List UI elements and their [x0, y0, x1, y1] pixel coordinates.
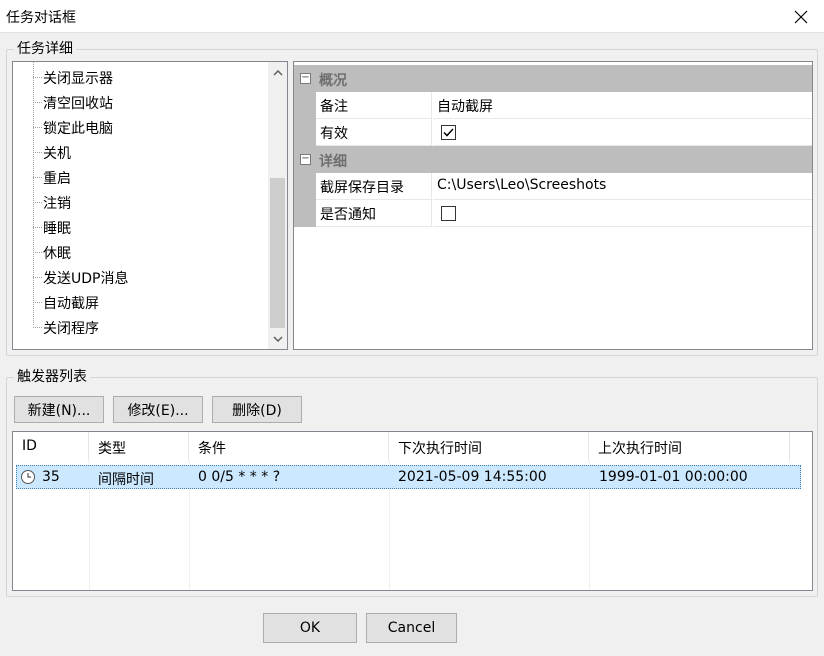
- cell-next-run: 2021-05-09 14:55:00: [398, 469, 547, 485]
- tree-item-label: 锁定此电脑: [43, 121, 113, 137]
- tree-item[interactable]: 睡眠: [13, 215, 267, 240]
- property-value-save-dir[interactable]: C:\Users\Leo\Screeshots: [433, 173, 812, 200]
- tree-item[interactable]: 发送UDP消息: [13, 265, 267, 290]
- column-header-last-run[interactable]: 上次执行时间: [589, 432, 790, 461]
- tree-item-label: 重启: [43, 171, 71, 187]
- new-trigger-button[interactable]: 新建(N)...: [14, 396, 104, 423]
- tree-scrollbar[interactable]: [268, 62, 287, 349]
- checkmark-icon: [443, 128, 454, 137]
- edit-trigger-button[interactable]: 修改(E)...: [113, 396, 203, 423]
- scroll-thumb[interactable]: [270, 178, 285, 328]
- tree-connector: [33, 227, 42, 228]
- cell-type: 间隔时间: [98, 472, 154, 488]
- tree-item[interactable]: 关机: [13, 140, 267, 165]
- property-row-save-dir[interactable]: 截屏保存目录 C:\Users\Leo\Screeshots: [294, 173, 812, 200]
- property-row-notify[interactable]: 是否通知: [294, 200, 812, 227]
- title-bar: 任务对话框: [0, 0, 824, 33]
- tree-item[interactable]: 休眠: [13, 240, 267, 265]
- column-header-type[interactable]: 类型: [89, 432, 189, 461]
- property-value-notify[interactable]: [433, 200, 812, 227]
- tree-item-label: 睡眠: [43, 221, 71, 237]
- tree-connector: [33, 277, 42, 278]
- row-gutter: [294, 200, 316, 227]
- tree-item[interactable]: 注销: [13, 190, 267, 215]
- tree-item[interactable]: 清空回收站: [13, 90, 267, 115]
- ok-button[interactable]: OK: [263, 613, 357, 643]
- tree-item-label: 自动截屏: [43, 296, 99, 312]
- tree-item[interactable]: 重启: [13, 165, 267, 190]
- table-row[interactable]: 35 间隔时间 0 0/5 * * * ? 2021-05-09 14:55:0…: [16, 465, 801, 489]
- property-name: 备注: [316, 92, 432, 119]
- task-details-label: 任务详细: [14, 41, 76, 57]
- tree-item-label: 关闭显示器: [43, 71, 113, 87]
- tree-connector: [33, 127, 42, 128]
- property-value-note[interactable]: 自动截屏: [433, 92, 812, 119]
- tree-item-label: 注销: [43, 196, 71, 212]
- enabled-checkbox[interactable]: [441, 125, 456, 140]
- tree-connector: [33, 252, 42, 253]
- tree-connector: [33, 177, 42, 178]
- tree-item-label: 关闭程序: [43, 321, 99, 337]
- property-name: 截屏保存目录: [316, 173, 432, 200]
- tree-connector: [33, 152, 42, 153]
- window-title: 任务对话框: [6, 10, 76, 26]
- collapse-icon[interactable]: −: [300, 73, 311, 84]
- property-row-note[interactable]: 备注 自动截屏: [294, 92, 812, 119]
- tree-connector: [33, 202, 42, 203]
- scroll-down-icon[interactable]: [268, 330, 287, 347]
- category-label: 详细: [319, 154, 347, 170]
- column-header-id[interactable]: ID: [13, 432, 89, 461]
- tree-connector: [33, 327, 42, 328]
- row-gutter: [294, 92, 316, 119]
- tree-item[interactable]: 关闭显示器: [13, 65, 267, 90]
- property-row-enabled[interactable]: 有效: [294, 119, 812, 146]
- tree-connector: [33, 302, 42, 303]
- cell-last-run: 1999-01-01 00:00:00: [599, 469, 748, 485]
- collapse-icon[interactable]: −: [300, 154, 311, 165]
- property-name: 是否通知: [316, 200, 432, 227]
- trigger-list-label: 触发器列表: [14, 369, 90, 385]
- category-label: 概况: [319, 73, 347, 89]
- tree-item-label: 清空回收站: [43, 96, 113, 112]
- property-value-enabled[interactable]: [433, 119, 812, 146]
- column-header-condition[interactable]: 条件: [189, 432, 389, 461]
- tree-item-label: 关机: [43, 146, 71, 162]
- cell-condition: 0 0/5 * * * ?: [198, 469, 281, 485]
- close-icon: [794, 10, 808, 23]
- cancel-button[interactable]: Cancel: [366, 613, 457, 643]
- trigger-table[interactable]: ID 类型 条件 下次执行时间 上次执行时间 35 间隔时间 0 0/5 * *…: [12, 431, 813, 591]
- close-button[interactable]: [778, 0, 824, 33]
- row-gutter: [294, 119, 316, 146]
- property-name: 有效: [316, 119, 432, 146]
- category-details[interactable]: − 详细: [294, 146, 812, 173]
- delete-trigger-button[interactable]: 删除(D): [212, 396, 302, 423]
- category-overview[interactable]: − 概况: [294, 65, 812, 92]
- task-tree[interactable]: 关闭显示器清空回收站锁定此电脑关机重启注销睡眠休眠发送UDP消息 自动截屏关闭程序: [12, 61, 288, 350]
- cell-id: 35: [42, 469, 60, 485]
- column-header-next-run[interactable]: 下次执行时间: [389, 432, 589, 461]
- tree-connector: [33, 77, 42, 78]
- tree-item-label: 发送UDP消息: [43, 271, 129, 287]
- tree-connector: [33, 102, 42, 103]
- notify-checkbox[interactable]: [441, 206, 456, 221]
- property-grid[interactable]: − 概况 备注 自动截屏 有效 − 详细 截屏保存目录 C:\Users\Leo…: [293, 61, 813, 350]
- tree-item[interactable]: 自动截屏: [13, 290, 267, 315]
- tree-item[interactable]: 关闭程序: [13, 315, 267, 340]
- tree-item-label: 休眠: [43, 246, 71, 262]
- row-gutter: [294, 173, 316, 200]
- tree-item[interactable]: 锁定此电脑: [13, 115, 267, 140]
- table-header: ID 类型 条件 下次执行时间 上次执行时间: [13, 432, 812, 461]
- scroll-up-icon[interactable]: [268, 64, 287, 81]
- clock-icon: [20, 469, 36, 489]
